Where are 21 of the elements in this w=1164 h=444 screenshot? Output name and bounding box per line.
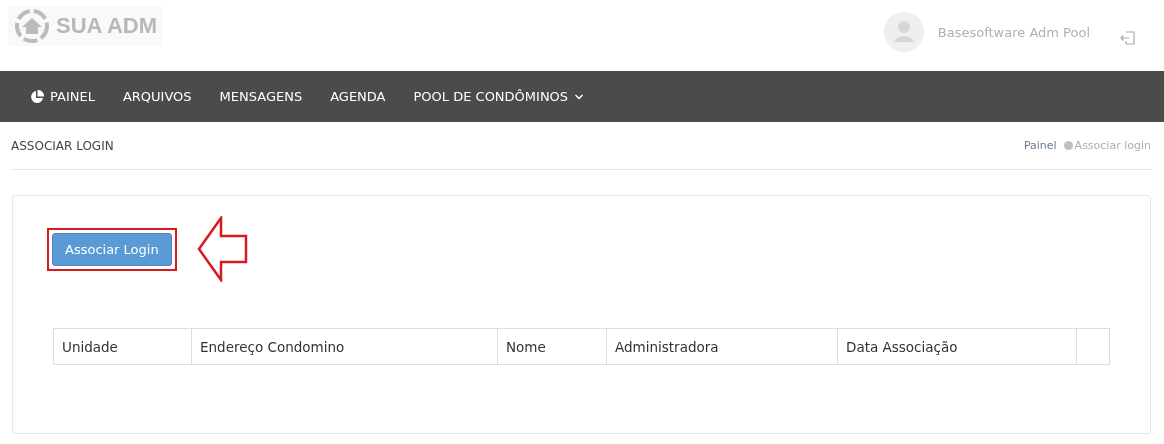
pie-chart-icon [30, 89, 44, 104]
nav-item[interactable]: PAINEL [16, 89, 109, 104]
logo-icon [14, 8, 50, 44]
arrow-left-icon [196, 216, 249, 282]
column-header: Data Associação [837, 328, 1077, 365]
logout-icon[interactable] [1120, 30, 1136, 46]
nav-item[interactable]: AGENDA [316, 89, 400, 104]
chevron-down-icon [574, 92, 585, 101]
column-header [1076, 328, 1110, 365]
nav-item[interactable]: POOL DE CONDÔMINOS [399, 89, 599, 104]
nav-item[interactable]: ARQUIVOS [108, 89, 206, 104]
logo-text: SUA ADM [56, 13, 158, 39]
nav-item[interactable]: MENSAGENS [205, 89, 317, 104]
breadcrumb-link[interactable]: Painel [1023, 139, 1057, 152]
column-header: Unidade [53, 328, 192, 365]
page-title: ASSOCIAR LOGIN [11, 138, 114, 153]
column-header: Endereço Condomino [191, 328, 498, 365]
column-header: Nome [497, 328, 607, 365]
column-header: Administradora [606, 328, 838, 365]
separator-dot-icon [1063, 141, 1073, 150]
avatar-icon[interactable] [883, 12, 924, 52]
